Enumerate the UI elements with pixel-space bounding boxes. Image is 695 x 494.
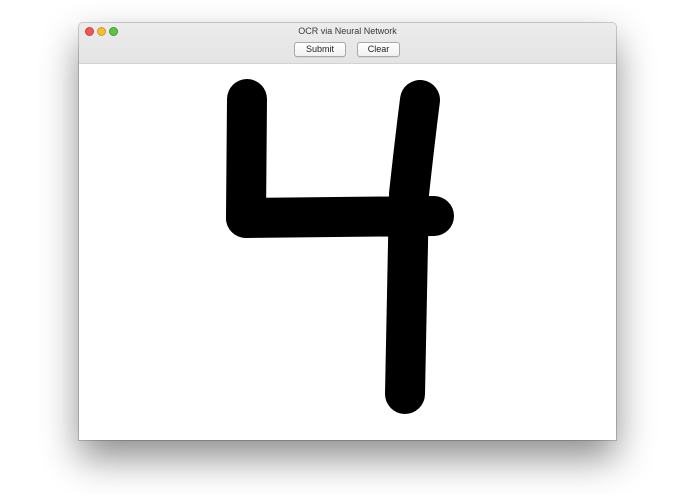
title-bar: OCR via Neural Network Submit Clear — [79, 23, 616, 64]
drawing-canvas[interactable] — [79, 64, 616, 440]
app-window: OCR via Neural Network Submit Clear — [79, 23, 616, 440]
window-title: OCR via Neural Network — [298, 26, 397, 36]
stroke-right — [385, 80, 440, 414]
handwriting-drawing — [226, 79, 454, 414]
submit-button[interactable]: Submit — [294, 42, 346, 57]
clear-button[interactable]: Clear — [357, 42, 400, 57]
desktop: OCR via Neural Network Submit Clear — [0, 0, 695, 494]
toolbar: Submit Clear — [79, 42, 616, 60]
